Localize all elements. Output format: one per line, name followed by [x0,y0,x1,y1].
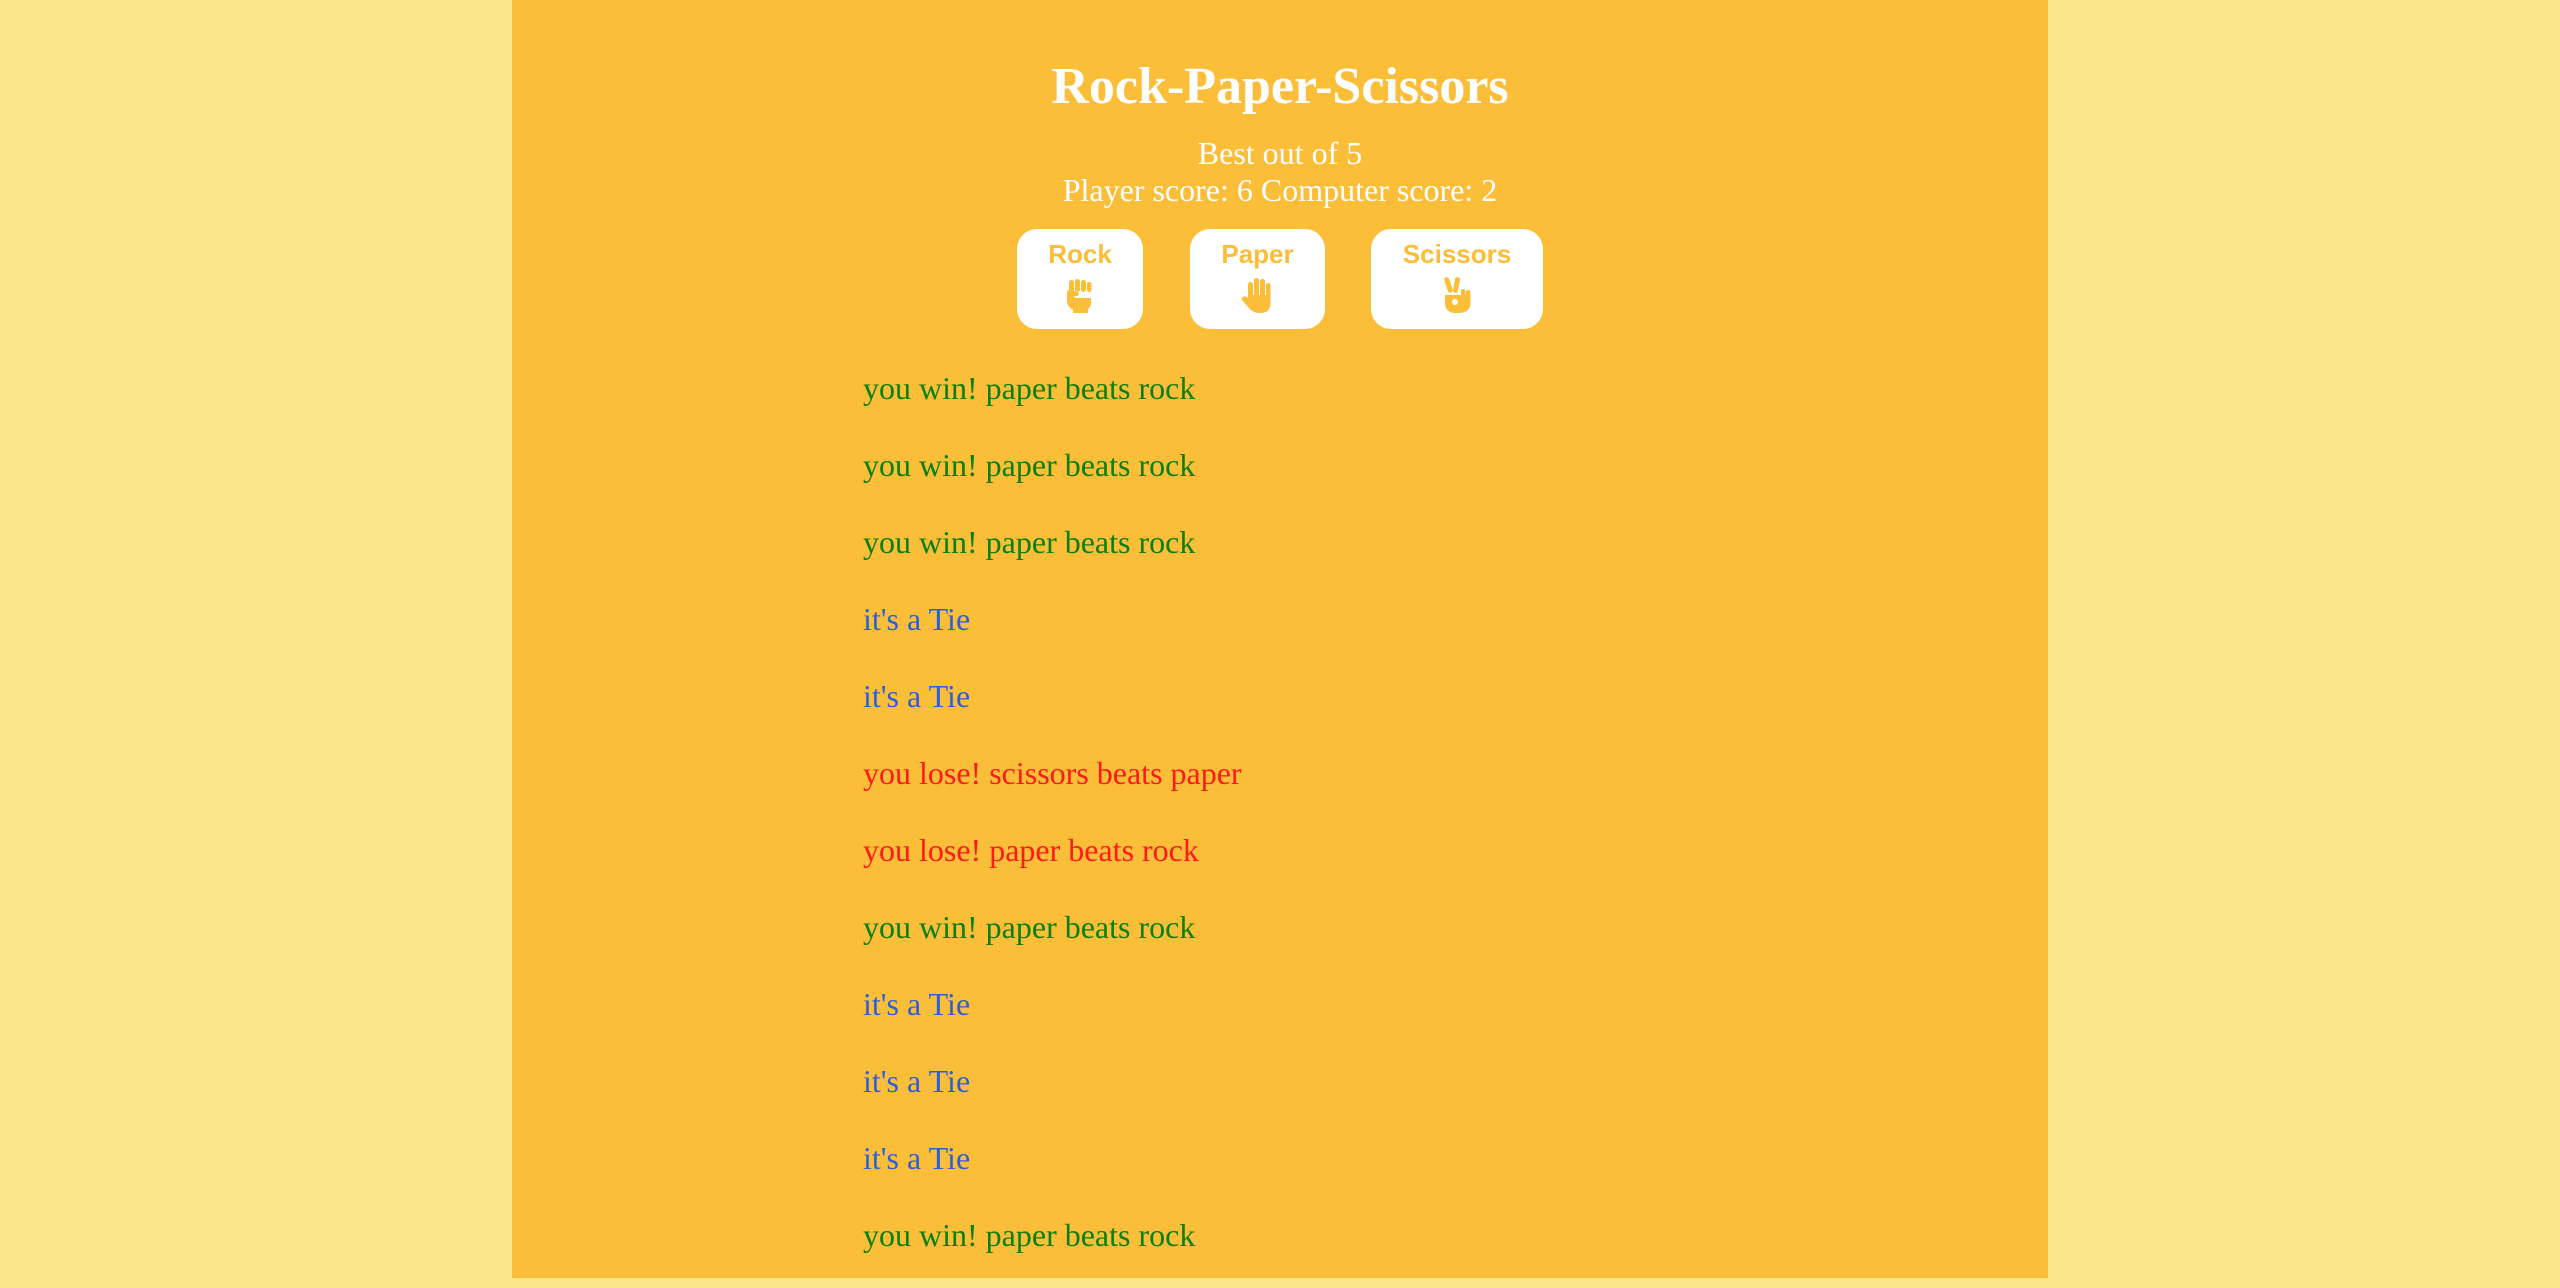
result-item: you win! paper beats rock [863,370,1196,406]
victory-hand-icon [1444,277,1471,313]
result-item: it's a Tie [863,1063,971,1099]
rock-button[interactable]: Rock [1017,229,1143,329]
page-title: Rock-Paper-Scissors [1051,58,1509,115]
result-item: you win! paper beats rock [863,909,1196,945]
result-item: it's a Tie [863,601,971,637]
result-item: it's a Tie [863,678,971,714]
scissors-button-label: Scissors [1402,239,1512,269]
raised-hand-icon [1241,278,1270,313]
paper-button[interactable]: Paper [1190,229,1325,329]
results-list: you win! paper beats rock you win! paper … [863,364,1763,1288]
rock-button-label: Rock [1048,239,1112,269]
scissors-button[interactable]: Scissors [1371,229,1543,329]
result-item: it's a Tie [863,986,971,1022]
result-item: it's a Tie [863,1140,971,1176]
result-item: you win! paper beats rock [863,447,1196,483]
fist-icon [1067,279,1092,313]
best-of-label: Best out of 5 [1197,135,1363,171]
game-panel: Rock-Paper-Scissors Best out of 5 Player… [512,0,2048,1278]
score-display: Player score: 6 Computer score: 2 [1062,172,1498,208]
result-item: you lose! scissors beats paper [863,755,1242,791]
result-item: you lose! paper beats rock [863,832,1199,868]
result-item: you win! paper beats rock [863,1217,1196,1253]
paper-button-label: Paper [1221,239,1294,269]
result-item: you win! paper beats rock [863,524,1196,560]
